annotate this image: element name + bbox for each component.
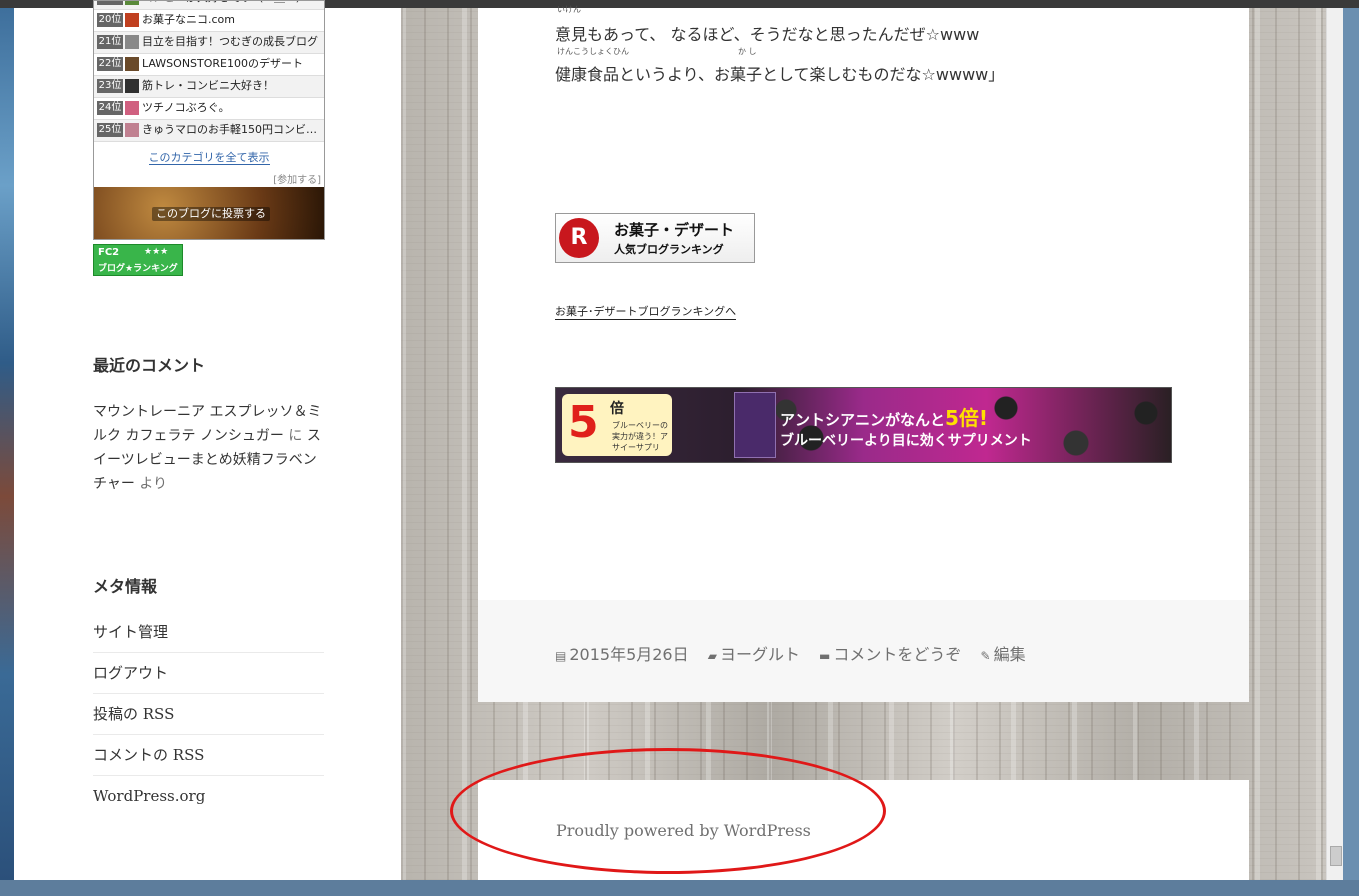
ad-badge-caption: ブルーベリーの実力が違う！アサイーサプリ bbox=[612, 421, 668, 452]
article-line-2: 健康食品というより、お菓子として楽しむものだな☆wwww」 bbox=[555, 65, 1005, 84]
meta-link-site-admin[interactable]: サイト管理 bbox=[93, 612, 324, 653]
ranking-banner-subtitle: 人気ブログランキング bbox=[614, 243, 724, 256]
ranking-row[interactable]: 22位 LAWSONSTORE100のデザート bbox=[94, 54, 324, 76]
post-edit-text[interactable]: 編集 bbox=[994, 645, 1026, 664]
desktop-background-left bbox=[0, 8, 14, 896]
post-comments-text[interactable]: コメントをどうぞ bbox=[833, 645, 961, 664]
calendar-icon: ▤ bbox=[555, 649, 567, 663]
fc2-badge-subtitle: ブログ★ランキング bbox=[98, 264, 178, 274]
rank-number: 20位 bbox=[97, 13, 123, 27]
rank-number: 23位 bbox=[97, 79, 123, 93]
ad-badge: 5 倍 ブルーベリーの実力が違う！アサイーサプリ bbox=[562, 394, 672, 456]
supplement-ad-banner[interactable]: 5 倍 ブルーベリーの実力が違う！アサイーサプリ アントシアニンがなんと5倍! … bbox=[555, 387, 1172, 463]
furigana-kenkoushokuhin: けんこうしょくひん bbox=[557, 47, 629, 56]
ranking-row[interactable]: 21位 目立を目指す！つむぎの成長ブログ bbox=[94, 32, 324, 54]
meta-title: メタ情報 bbox=[93, 577, 158, 596]
blog-thumbnail bbox=[125, 1, 139, 5]
ranking-blog-title[interactable]: 目立を目指す！つむぎの成長ブログ bbox=[142, 35, 318, 48]
article-line-1: 意見もあって、 なるほど、そうだなと思ったんだぜ☆www bbox=[555, 25, 980, 44]
rank-number: 19位 bbox=[97, 1, 123, 5]
fc2-badge-stars: ★★★ bbox=[144, 247, 169, 257]
folder-icon: ▰ bbox=[707, 649, 717, 663]
blog-thumbnail bbox=[125, 35, 139, 49]
ad-headline: アントシアニンがなんと5倍! bbox=[780, 402, 988, 431]
show-all-category-link[interactable]: このカテゴリを全て表示 bbox=[94, 149, 324, 165]
ranking-blog-title[interactable]: LAWSONSTORE100のデザート bbox=[142, 57, 303, 70]
ranking-row[interactable]: 25位 きゅうマロのお手軽150円コンビ… bbox=[94, 120, 324, 142]
rank-number: 25位 bbox=[97, 123, 123, 137]
ranking-text-link[interactable]: お菓子･デザートブログランキングへ bbox=[555, 303, 737, 320]
ranking-row[interactable]: 23位 筋トレ・コンビニ大好き！ bbox=[94, 76, 324, 98]
ranking-blog-title[interactable]: きゅうマロのお手軽150円コンビ… bbox=[142, 123, 317, 136]
supplement-bottle-image bbox=[734, 392, 776, 458]
ranking-blog-title[interactable]: お菓子なニコ.com bbox=[142, 13, 235, 26]
ad-headline-emphasis: 5倍! bbox=[945, 406, 989, 430]
furigana-kashi: か し bbox=[738, 47, 757, 56]
ranking-blog-title[interactable]: 筋トレ・コンビニ大好き！ bbox=[142, 79, 274, 92]
ranking-list: 19位 コンビニが大好きです（＾＿＾） 20位 お菓子なニコ.com 21位 目立を目指す… bbox=[94, 1, 324, 142]
blog-thumbnail bbox=[125, 57, 139, 71]
furigana-ikken: いけん bbox=[557, 5, 581, 14]
meta-link-comments-rss[interactable]: コメントの RSS bbox=[93, 735, 324, 776]
ranking-blog-title[interactable]: コンビニが大好きです（＾＿＾） bbox=[142, 1, 307, 4]
ranking-row[interactable]: 20位 お菓子なニコ.com bbox=[94, 10, 324, 32]
window-bottom-frame bbox=[0, 880, 1359, 896]
ranking-logo-icon: R bbox=[559, 218, 599, 258]
ad-headline-text: アントシアニンがなんと bbox=[780, 411, 946, 429]
scrollbar-thumb[interactable] bbox=[1330, 846, 1342, 866]
comment-connector: に bbox=[288, 428, 303, 444]
blog-thumbnail bbox=[125, 79, 139, 93]
vote-banner[interactable]: このブログに投票する bbox=[94, 187, 324, 239]
vote-button[interactable]: このブログに投票する bbox=[152, 207, 270, 221]
pencil-icon: ✎ bbox=[980, 649, 991, 663]
blog-ranking-widget: 19位 コンビニが大好きです（＾＿＾） 20位 お菓子なニコ.com 21位 目立を目指す… bbox=[93, 0, 325, 240]
meta-links: サイト管理 ログアウト 投稿の RSS コメントの RSS WordPress.… bbox=[93, 612, 324, 816]
comment-icon: ▬ bbox=[819, 649, 831, 663]
ad-badge-number: 5 bbox=[568, 397, 599, 448]
annotation-ellipse bbox=[450, 748, 886, 874]
rank-number: 21位 bbox=[97, 35, 123, 49]
fc2-badge-label: FC2 bbox=[98, 247, 120, 258]
blog-thumbnail bbox=[125, 123, 139, 137]
post-date[interactable]: ▤ 2015年5月26日 bbox=[555, 645, 689, 664]
fc2-ranking-badge[interactable]: FC2 ★★★ ブログ★ランキング bbox=[93, 244, 183, 276]
desktop-background-right bbox=[1342, 8, 1359, 896]
post-meta: ▤ 2015年5月26日 ▰ ヨーグルト ▬ コメントをどうぞ ✎ 編集 bbox=[555, 641, 1040, 665]
post-comments[interactable]: ▬ コメントをどうぞ bbox=[819, 645, 961, 664]
post-date-text[interactable]: 2015年5月26日 bbox=[569, 645, 688, 664]
ranking-blog-title[interactable]: ツチノコぶろぐ。 bbox=[142, 101, 230, 114]
ad-badge-unit: 倍 bbox=[610, 401, 624, 417]
blog-ranking-banner[interactable]: R お菓子・デザート 人気ブログランキング bbox=[555, 213, 755, 263]
rank-number: 22位 bbox=[97, 57, 123, 71]
post-edit[interactable]: ✎ 編集 bbox=[981, 645, 1026, 664]
meta-link-logout[interactable]: ログアウト bbox=[93, 653, 324, 694]
meta-link-wordpress-org[interactable]: WordPress.org bbox=[93, 776, 324, 816]
post-category[interactable]: ▰ ヨーグルト bbox=[708, 645, 800, 664]
rank-number: 24位 bbox=[97, 101, 123, 115]
recent-comments-title: 最近のコメント bbox=[93, 356, 206, 375]
page-scrollbar[interactable] bbox=[1326, 8, 1343, 880]
comment-suffix: より bbox=[139, 476, 168, 492]
ranking-row[interactable]: 24位 ツチノコぶろぐ。 bbox=[94, 98, 324, 120]
join-link[interactable]: [参加する] bbox=[273, 171, 321, 186]
meta-link-posts-rss[interactable]: 投稿の RSS bbox=[93, 694, 324, 735]
blog-thumbnail bbox=[125, 101, 139, 115]
blog-thumbnail bbox=[125, 13, 139, 27]
ranking-row[interactable]: 19位 コンビニが大好きです（＾＿＾） bbox=[94, 1, 324, 10]
show-all-link-text[interactable]: このカテゴリを全て表示 bbox=[148, 151, 270, 165]
ranking-banner-title: お菓子・デザート bbox=[614, 221, 735, 239]
recent-comment-item: マウントレーニア エスプレッソ＆ミルク カフェラテ ノンシュガー に スイーツレ… bbox=[93, 400, 325, 496]
ad-subheadline: ブルーベリーより目に効くサプリメント bbox=[780, 433, 1032, 449]
post-category-text[interactable]: ヨーグルト bbox=[720, 645, 800, 664]
